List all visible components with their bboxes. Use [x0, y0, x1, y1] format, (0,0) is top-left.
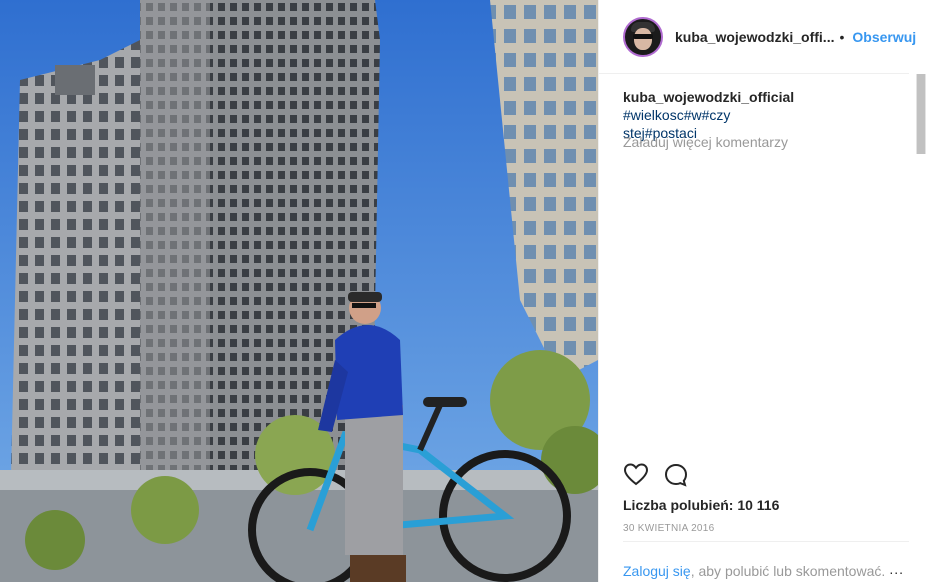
scrollbar-thumb[interactable] — [917, 74, 925, 154]
heart-icon[interactable] — [623, 462, 649, 488]
avatar-glasses — [633, 33, 653, 39]
avatar-face — [634, 27, 652, 50]
divider — [623, 541, 909, 542]
post-photo[interactable] — [0, 0, 598, 582]
caption-username[interactable]: kuba_wojewodzki_official — [623, 89, 794, 105]
login-link[interactable]: Zaloguj się — [623, 563, 691, 579]
post-actions — [623, 462, 689, 488]
photo-illustration — [0, 0, 598, 582]
instagram-post: kuba_wojewodzki_offi... • Obserwuj kuba_… — [0, 0, 926, 582]
header-separator: • — [839, 28, 845, 45]
login-prompt-text: , aby polubić lub skomentować. — [690, 563, 886, 579]
login-prompt: Zaloguj się, aby polubić lub skomentować… — [623, 563, 885, 579]
comments-scrollbar[interactable] — [916, 74, 926, 154]
post-sidebar: kuba_wojewodzki_offi... • Obserwuj kuba_… — [598, 0, 926, 582]
follow-button[interactable]: Obserwuj — [852, 29, 916, 45]
likes-count[interactable]: Liczba polubień: 10 116 — [623, 497, 779, 513]
post-date[interactable]: 30 KWIETNIA 2016 — [623, 523, 715, 534]
load-more-comments-link[interactable]: Załaduj więcej komentarzy — [623, 134, 788, 150]
post-header: kuba_wojewodzki_offi... • Obserwuj — [599, 0, 916, 74]
header-username[interactable]: kuba_wojewodzki_offi... — [675, 29, 834, 45]
comment-icon[interactable] — [663, 462, 689, 488]
more-options-button[interactable]: ... — [889, 561, 904, 577]
caption-hashtags-1[interactable]: #wielkosc#w#czy — [623, 107, 730, 123]
avatar[interactable] — [623, 16, 663, 57]
